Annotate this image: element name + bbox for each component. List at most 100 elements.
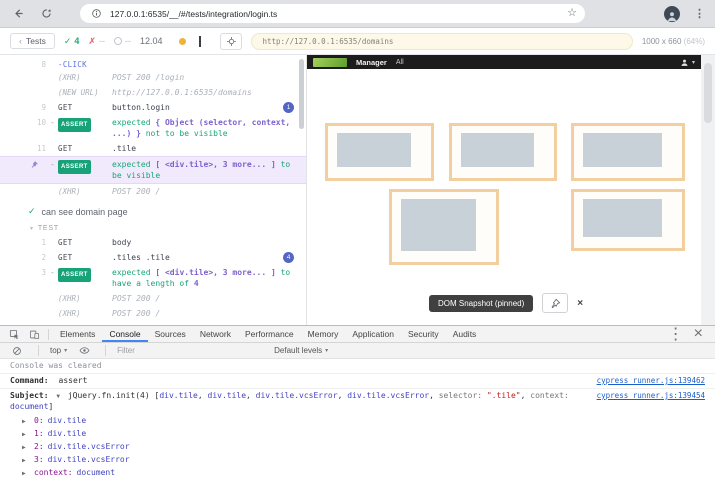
text-cursor-icon: [199, 36, 201, 47]
assert-value: 4: [194, 279, 199, 288]
back-icon[interactable]: [10, 6, 26, 22]
new-url-event-row[interactable]: (NEW URL) http://127.0.0.1:6535/domains: [0, 85, 306, 100]
event-message: POST 200 /: [112, 187, 160, 196]
command-row-get[interactable]: 1 GET body: [0, 235, 306, 250]
address-bar[interactable]: 127.0.0.1:6535/__/#/tests/integration/lo…: [80, 4, 585, 23]
passed-test-title[interactable]: ✓ can see domain page: [0, 199, 306, 221]
devtools-tab-application[interactable]: Application: [345, 326, 401, 342]
devtools-menu-icon[interactable]: ⋮: [668, 324, 684, 344]
url-text[interactable]: 127.0.0.1:6535/__/#/tests/integration/lo…: [110, 9, 561, 19]
xhr-event-row[interactable]: (XHR) POST 200 /: [0, 291, 306, 306]
expand-triangle-icon[interactable]: ▶: [22, 443, 26, 453]
property-value: document: [77, 468, 116, 477]
aut-scrollbar-thumb[interactable]: [704, 63, 712, 123]
devtools-tab-console[interactable]: Console: [102, 326, 147, 342]
devtools-tab-audits[interactable]: Audits: [446, 326, 484, 342]
pending-stat: --: [114, 36, 131, 46]
expand-triangle-icon[interactable]: ▶: [22, 469, 26, 479]
aut-scrollbar[interactable]: [701, 55, 715, 325]
divider: [38, 345, 39, 356]
command-message: button.login: [112, 103, 170, 112]
tile-placeholder: [461, 133, 534, 167]
nav-item-all[interactable]: All: [396, 59, 404, 66]
console-tree-row[interactable]: ▶ 3:div.tile.vcsError: [0, 453, 715, 466]
bookmark-star-icon[interactable]: ☆: [567, 8, 577, 19]
devtools-tab-performance[interactable]: Performance: [238, 326, 301, 342]
devtools-close-icon[interactable]: ×: [694, 325, 703, 343]
source-link[interactable]: cypress_runner.js:139462: [597, 376, 705, 386]
pin-icon[interactable]: [30, 160, 39, 169]
execution-context-selector[interactable]: top ▾: [50, 346, 67, 355]
pinned-assert-row[interactable]: - ASSERT expected [ <div.tile>, 3 more..…: [0, 156, 306, 184]
log-levels-dropdown[interactable]: Default levels ▾: [274, 346, 328, 355]
event-message: POST 200 /login: [112, 73, 184, 82]
xhr-event-row[interactable]: (XHR) POST 200 /login: [0, 70, 306, 85]
console-cleared-message: Console was cleared: [0, 359, 715, 374]
xhr-event-row[interactable]: (XHR) POST 200 /: [0, 184, 306, 199]
preview-node: div.tile: [159, 391, 198, 400]
tile-placeholder: [583, 199, 662, 237]
cypress-reporter: 8 -CLICK (XHR) POST 200 /login (NEW URL)…: [0, 55, 307, 325]
command-row-click[interactable]: 8 -CLICK: [0, 57, 306, 70]
divider: [105, 345, 106, 356]
eye-icon[interactable]: [74, 343, 94, 358]
device-toolbar-icon[interactable]: [24, 327, 44, 342]
reporter-scrollbar[interactable]: [299, 59, 304, 129]
site-info-icon[interactable]: [88, 6, 104, 22]
domain-tile[interactable]: [389, 189, 499, 265]
domain-tile[interactable]: [325, 123, 434, 181]
devtools-tab-sources[interactable]: Sources: [148, 326, 193, 342]
console-subject-message: Subject: ▼ jQuery.fn.init(4) [div.tile, …: [0, 389, 715, 414]
property-value: div.tile.vcsError: [48, 455, 130, 464]
pending-circle-icon: [114, 37, 122, 45]
console-t ree-row[interactable]: ▶ context:document: [0, 466, 715, 479]
recording-dot-icon: [179, 38, 186, 45]
devtools-tab-memory[interactable]: Memory: [301, 326, 346, 342]
command-value: assert: [59, 376, 88, 385]
console-tree-row[interactable]: ▶ 0:div.tile: [0, 414, 715, 427]
app-brand[interactable]: Manager: [356, 58, 387, 67]
close-snapshot-icon[interactable]: ×: [577, 298, 583, 309]
viewport-info: 1000 x 660 (64%): [642, 37, 705, 46]
reload-icon[interactable]: [38, 6, 54, 22]
clear-console-icon[interactable]: [7, 343, 27, 358]
failed-stat: ✗ --: [88, 36, 105, 47]
profile-avatar[interactable]: [664, 6, 680, 22]
command-row-get[interactable]: 9 GET button.login 1: [0, 100, 306, 115]
command-row-get[interactable]: 2 GET .tiles .tile 4: [0, 250, 306, 265]
domain-tile[interactable]: [571, 123, 685, 181]
inspect-element-icon[interactable]: [4, 327, 24, 342]
source-link[interactable]: cypress_runner.js:139454: [597, 391, 705, 401]
expand-triangle-icon[interactable]: ▶: [22, 456, 26, 466]
navbar-right: ▾: [680, 58, 695, 67]
devtools-tab-elements[interactable]: Elements: [53, 326, 102, 342]
devtools-tab-network[interactable]: Network: [193, 326, 238, 342]
console-tree-row[interactable]: ▶ 2:div.tile.vcsError: [0, 440, 715, 453]
collapse-triangle-icon[interactable]: ▼: [56, 393, 60, 400]
browser-right-cluster: ⋮: [664, 6, 705, 22]
devtools-tabbar-right: ⋮ ×: [668, 324, 711, 344]
unpin-snapshot-button[interactable]: [542, 293, 568, 313]
console-filter-input[interactable]: Filter: [117, 346, 267, 355]
devtools-tab-security[interactable]: Security: [401, 326, 446, 342]
command-row-get[interactable]: 11 GET .tile: [0, 141, 306, 156]
console-toolbar: top ▾ Filter Default levels ▾: [0, 343, 715, 359]
assert-text: expected: [112, 268, 155, 277]
selector-playground-button[interactable]: [220, 33, 242, 50]
assert-row[interactable]: 3 - ASSERT expected [ <div.tile>, 3 more…: [0, 265, 306, 291]
test-body-section[interactable]: ▾ TEST: [0, 221, 306, 235]
xhr-event-row[interactable]: (XHR) POST 200 /: [0, 306, 306, 321]
expand-triangle-icon[interactable]: ▶: [22, 430, 26, 440]
expand-triangle-icon[interactable]: ▶: [22, 417, 26, 427]
app-logo[interactable]: [313, 58, 347, 67]
console-cleared-text: Console was cleared: [10, 361, 102, 370]
browser-menu-icon[interactable]: ⋮: [694, 7, 705, 20]
domain-tile[interactable]: [449, 123, 557, 181]
domain-tile[interactable]: [571, 189, 685, 251]
user-menu-caret-icon[interactable]: ▾: [692, 59, 695, 66]
aut-url-bar[interactable]: http://127.0.0.1:6535/domains: [251, 33, 632, 50]
divider: [48, 329, 49, 340]
tests-back-button[interactable]: ‹ Tests: [10, 33, 55, 49]
console-tree-row[interactable]: ▶ 1:div.tile: [0, 427, 715, 440]
assert-row[interactable]: 10 - ASSERT expected { Object (selector,…: [0, 115, 306, 141]
